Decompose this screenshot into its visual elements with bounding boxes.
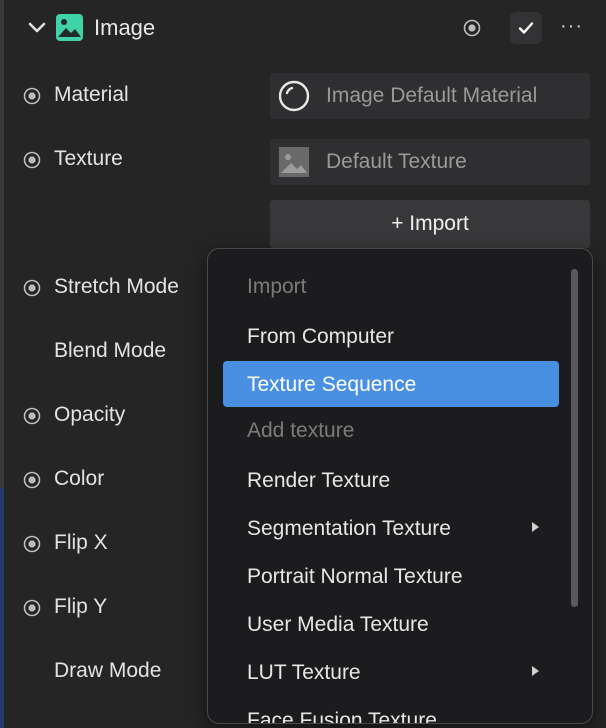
property-label: Draw Mode [54,659,162,682]
property-label: Material [54,83,129,106]
enable-toggle-button[interactable] [510,12,542,44]
chevron-right-icon [532,666,539,676]
radio-target-icon[interactable] [23,407,41,425]
radio-target-icon[interactable] [23,535,41,553]
menu-item-render-texture[interactable]: Render Texture [223,457,559,503]
menu-item-segmentation-texture[interactable]: Segmentation Texture [223,505,559,551]
menu-item-portrait-normal-texture[interactable]: Portrait Normal Texture [223,553,559,599]
radio-target-icon[interactable] [23,471,41,489]
texture-value: Default Texture [326,150,467,173]
component-header: Image ··· [4,0,606,56]
property-label: Opacity [54,403,126,426]
chevron-down-icon[interactable] [26,16,48,38]
radio-target-icon[interactable] [23,87,41,105]
property-label: Flip Y [54,595,108,618]
property-label: Stretch Mode [54,275,179,298]
texture-thumbnail-icon [278,146,310,178]
menu-header-add-texture: Add texture [247,419,355,442]
menu-item-from-computer[interactable]: From Computer [223,313,559,359]
property-label: Color [54,467,105,490]
radio-target-icon[interactable] [23,279,41,297]
menu-item-texture-sequence[interactable]: Texture Sequence [223,361,559,407]
image-icon [56,14,83,41]
radio-target-icon[interactable] [463,19,481,37]
more-horizontal-icon[interactable]: ··· [560,16,586,40]
radio-target-icon[interactable] [23,599,41,617]
inspector-panel: Image ··· Material Image Default Materia… [4,0,606,728]
material-value: Image Default Material [326,84,538,107]
component-title: Image [94,15,156,40]
property-label: Flip X [54,531,108,554]
property-label: Texture [54,147,123,170]
radio-target-icon[interactable] [23,151,41,169]
material-circle-icon [278,80,310,112]
menu-item-face-fusion-texture[interactable]: Face Fusion Texture [223,697,559,723]
menu-item-lut-texture[interactable]: LUT Texture [223,649,559,695]
material-field[interactable]: Image Default Material [270,73,590,119]
chevron-right-icon [532,522,539,532]
property-label: Blend Mode [54,339,167,362]
menu-item-user-media-texture[interactable]: User Media Texture [223,601,559,647]
menu-scrollbar[interactable] [571,269,578,607]
menu-header-import: Import [247,275,307,298]
import-dropdown-menu: Import From Computer Texture Sequence Ad… [207,248,593,724]
import-button[interactable]: + Import [270,200,590,248]
checkmark-icon [518,22,534,34]
texture-field[interactable]: Default Texture [270,139,590,185]
